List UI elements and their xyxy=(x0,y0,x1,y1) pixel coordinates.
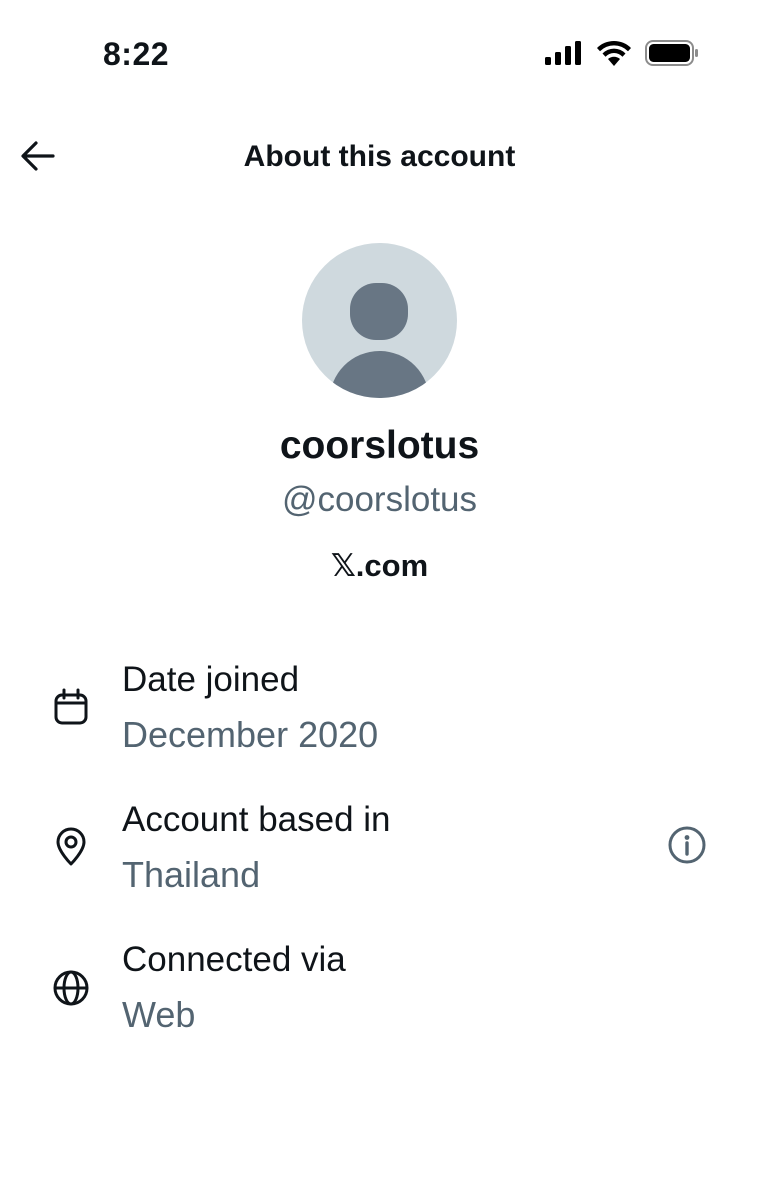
info-button[interactable] xyxy=(664,824,710,870)
site-label: 𝕏.com xyxy=(330,548,429,583)
info-row-account-based-in: Account based in Thailand xyxy=(0,800,759,910)
cellular-signal-icon xyxy=(545,41,583,70)
info-label: Connected via xyxy=(122,940,346,979)
display-name: coorslotus xyxy=(279,424,480,467)
battery-icon xyxy=(645,40,699,71)
info-label: Date joined xyxy=(122,660,300,699)
status-bar: 8:22 xyxy=(0,0,759,110)
info-row-connected-via: Connected via Web xyxy=(0,940,759,1050)
username-handle: @coorslotus xyxy=(281,480,478,519)
info-icon xyxy=(667,825,707,870)
info-value: Thailand xyxy=(122,854,261,895)
top-app-bar: About this account xyxy=(0,120,759,196)
calendar-icon xyxy=(51,687,91,727)
avatar xyxy=(302,243,457,398)
status-time: 8:22 xyxy=(103,36,170,72)
default-avatar-icon xyxy=(329,283,430,398)
wifi-icon xyxy=(597,40,631,71)
info-label: Account based in xyxy=(122,800,391,839)
status-icons xyxy=(545,40,699,71)
info-value: Web xyxy=(122,994,196,1035)
location-pin-icon xyxy=(51,827,91,867)
info-value: December 2020 xyxy=(122,714,379,755)
globe-icon xyxy=(51,968,91,1008)
page-title: About this account xyxy=(243,140,516,173)
info-row-date-joined: Date joined December 2020 xyxy=(0,660,759,770)
